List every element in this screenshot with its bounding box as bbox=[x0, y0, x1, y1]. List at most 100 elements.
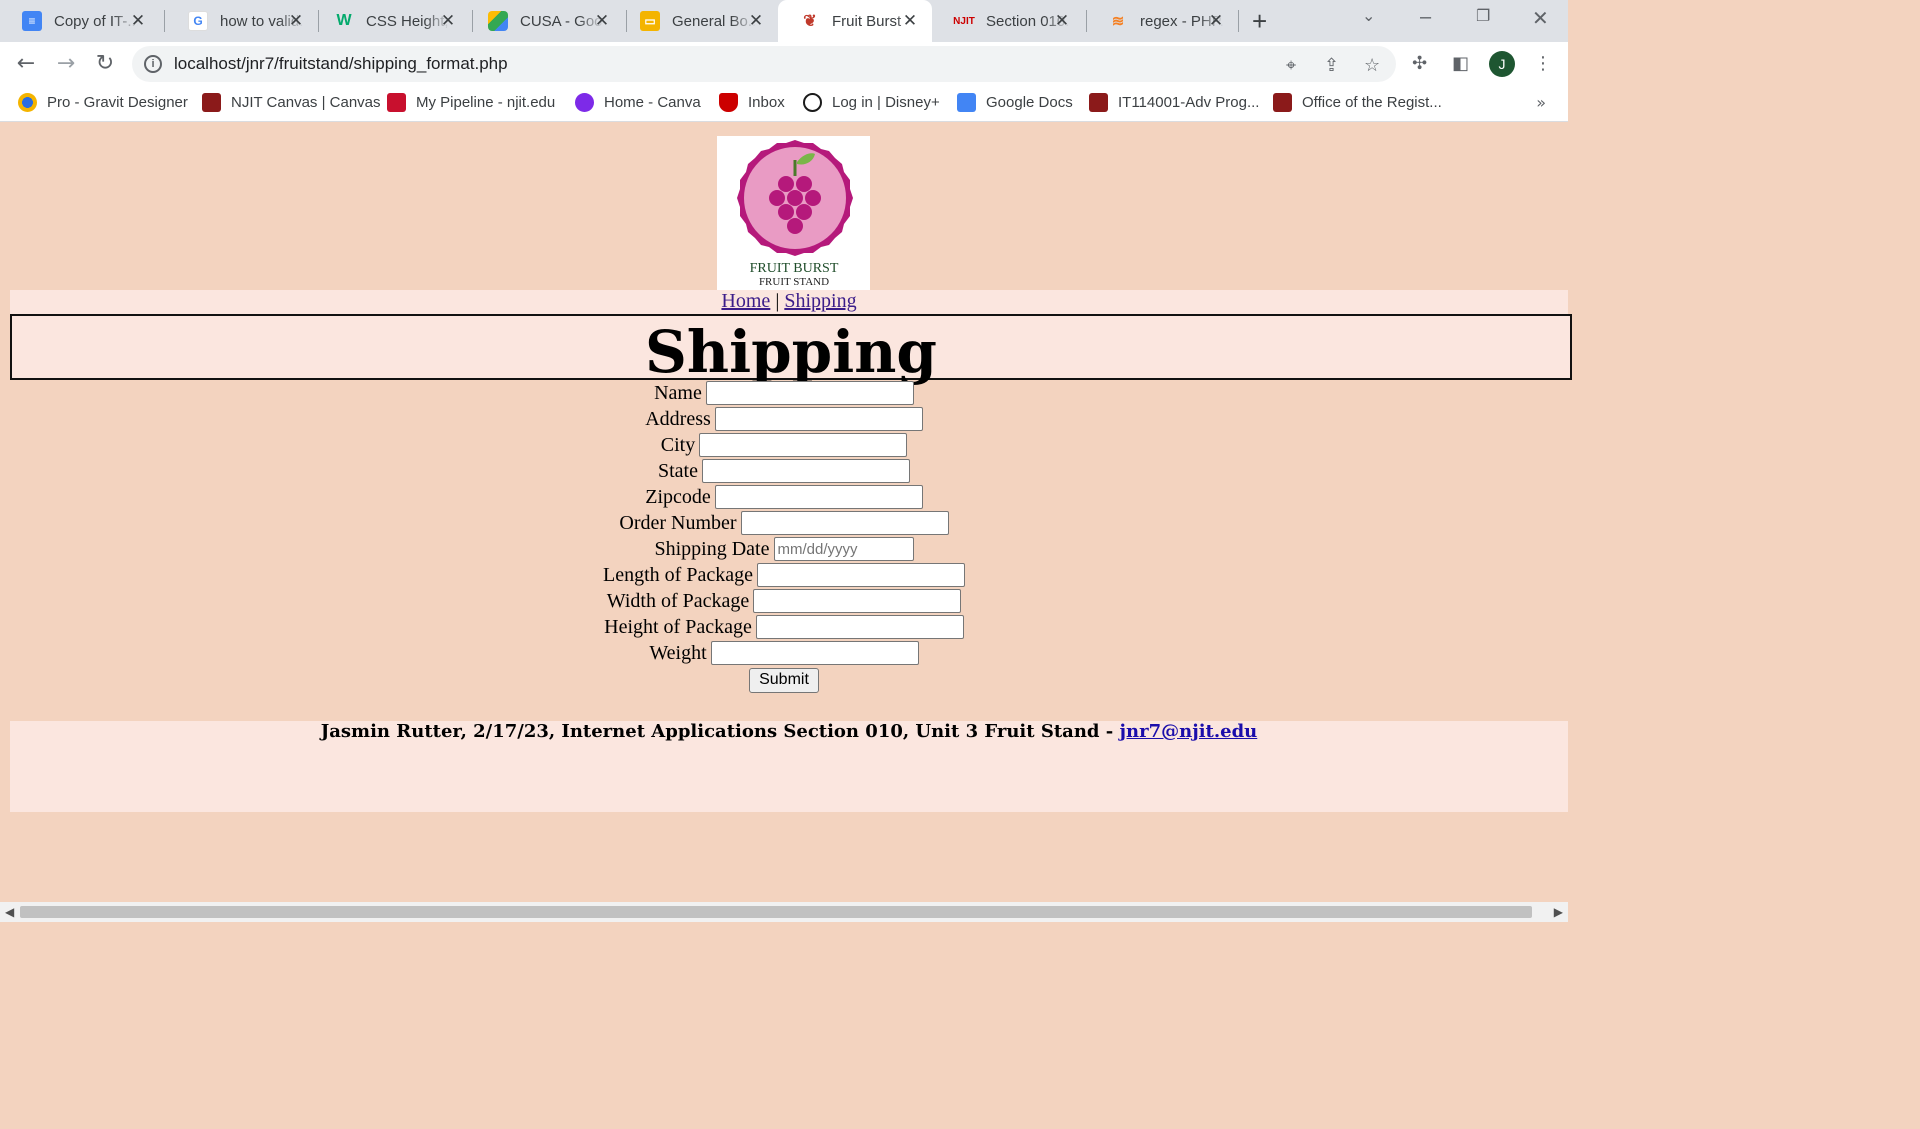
shipping-date-field[interactable] bbox=[773, 537, 914, 561]
reload-button[interactable]: ↻ bbox=[91, 50, 119, 78]
bookmark-njit-canvas[interactable]: NJIT Canvas | Canvas bbox=[202, 93, 381, 112]
page-title-box: Shipping bbox=[10, 314, 1572, 386]
close-icon[interactable]: ✕ bbox=[128, 11, 148, 31]
bookmark-registrar[interactable]: Office of the Regist... bbox=[1273, 93, 1442, 112]
location-icon[interactable]: ⌖ bbox=[1286, 55, 1296, 76]
zipcode-label: Zipcode bbox=[645, 485, 711, 508]
extensions-icon[interactable]: ✣ bbox=[1412, 53, 1427, 74]
weight-label: Weight bbox=[649, 641, 707, 664]
disney-icon bbox=[803, 93, 822, 112]
horizontal-scrollbar[interactable]: ◀ ▶ bbox=[0, 902, 1568, 922]
info-icon[interactable]: i bbox=[144, 55, 162, 73]
close-window-button[interactable]: ✕ bbox=[1532, 6, 1549, 31]
tab-google-search[interactable]: G how to valid... ✕ bbox=[166, 0, 318, 42]
tab-docs[interactable]: ≡ Copy of IT-... ✕ bbox=[0, 0, 160, 42]
address-field[interactable] bbox=[714, 407, 923, 431]
scrollbar-thumb[interactable] bbox=[20, 906, 1532, 918]
page-content: FRUIT BURST FRUIT STAND Home | Shipping … bbox=[0, 122, 1572, 902]
bookmark-disney[interactable]: Log in | Disney+ bbox=[803, 93, 940, 112]
order-number-label: Order Number bbox=[619, 511, 737, 534]
bookmark-inbox[interactable]: Inbox bbox=[719, 93, 785, 112]
form-row-name: Name bbox=[0, 380, 1568, 406]
bookmark-canva[interactable]: Home - Canva bbox=[575, 93, 701, 112]
close-icon[interactable]: ✕ bbox=[746, 11, 766, 31]
width-field[interactable] bbox=[753, 589, 962, 613]
order-number-field[interactable] bbox=[740, 511, 949, 535]
close-icon[interactable]: ✕ bbox=[286, 11, 306, 31]
logo-title: FRUIT BURST bbox=[750, 261, 839, 276]
tab-fruit-burst[interactable]: ❦ Fruit Burst ✕ bbox=[778, 0, 932, 42]
form-row-weight: Weight bbox=[0, 640, 1568, 666]
tab-section-010[interactable]: NJIT Section 010... ✕ bbox=[932, 0, 1084, 42]
side-panel-icon[interactable]: ◧ bbox=[1452, 53, 1469, 74]
new-tab-button[interactable]: + bbox=[1252, 6, 1267, 37]
google-icon: G bbox=[188, 11, 208, 31]
bookmark-label: Office of the Regist... bbox=[1302, 94, 1442, 111]
google-drive-icon bbox=[488, 11, 508, 31]
length-field[interactable] bbox=[756, 563, 965, 587]
nav-shipping-link[interactable]: Shipping bbox=[784, 290, 856, 312]
bookmark-label: Inbox bbox=[748, 94, 785, 111]
canva-icon bbox=[575, 93, 594, 112]
more-bookmarks-icon[interactable]: » bbox=[1536, 93, 1546, 112]
name-label: Name bbox=[654, 381, 702, 404]
menu-icon[interactable]: ⋮ bbox=[1534, 53, 1552, 74]
shipping-date-label: Shipping Date bbox=[654, 537, 770, 560]
city-label: City bbox=[660, 433, 696, 456]
form-row-height: Height of Package bbox=[0, 614, 1568, 640]
tab-separator bbox=[1238, 10, 1239, 32]
grape-logo-icon: FRUIT BURST FRUIT STAND bbox=[737, 140, 853, 288]
address-bar[interactable]: i localhost/jnr7/fruitstand/shipping_for… bbox=[132, 46, 1396, 82]
scroll-left-icon[interactable]: ◀ bbox=[5, 905, 14, 919]
url-text: localhost/jnr7/fruitstand/shipping_forma… bbox=[174, 54, 508, 73]
njit-icon: NJIT bbox=[953, 15, 975, 27]
form-row-width: Width of Package bbox=[0, 588, 1568, 614]
height-field[interactable] bbox=[755, 615, 964, 639]
tab-drive[interactable]: CUSA - Goo... ✕ bbox=[466, 0, 624, 42]
tab-title: Copy of IT-... bbox=[54, 12, 138, 30]
form-row-city: City bbox=[0, 432, 1568, 458]
nav-home-link[interactable]: Home bbox=[721, 290, 770, 312]
minimize-button[interactable]: – bbox=[1420, 6, 1431, 29]
close-icon[interactable]: ✕ bbox=[1206, 11, 1226, 31]
submit-button[interactable]: Submit bbox=[749, 667, 819, 693]
tab-stackoverflow[interactable]: ≋ regex - PHP... ✕ bbox=[1086, 0, 1238, 42]
form-row-shipping-date: Shipping Date bbox=[0, 536, 1568, 562]
tab-slides[interactable]: ▭ General Bo... ✕ bbox=[618, 0, 778, 42]
back-button[interactable]: ← bbox=[12, 50, 40, 78]
city-field[interactable] bbox=[699, 433, 908, 457]
bookmark-star-icon[interactable]: ☆ bbox=[1364, 55, 1380, 76]
close-icon[interactable]: ✕ bbox=[900, 11, 920, 31]
avatar[interactable]: J bbox=[1489, 51, 1515, 77]
footer-email-link[interactable]: jnr7@njit.edu bbox=[1120, 721, 1258, 742]
state-field[interactable] bbox=[702, 459, 910, 483]
name-field[interactable] bbox=[705, 381, 914, 405]
zipcode-field[interactable] bbox=[714, 485, 923, 509]
stackoverflow-icon: ≋ bbox=[1111, 13, 1125, 30]
restore-button[interactable]: ❐ bbox=[1476, 6, 1490, 26]
bookmark-label: My Pipeline - njit.edu bbox=[416, 94, 556, 111]
share-icon[interactable]: ⇪ bbox=[1324, 55, 1339, 76]
google-slides-icon: ▭ bbox=[640, 11, 660, 31]
tab-w3schools[interactable]: W CSS Height,... ✕ bbox=[312, 0, 470, 42]
bookmark-label: NJIT Canvas | Canvas bbox=[231, 94, 381, 111]
close-icon[interactable]: ✕ bbox=[592, 11, 612, 31]
forward-button[interactable]: → bbox=[52, 50, 80, 78]
tab-search-icon[interactable]: ⌄ bbox=[1362, 6, 1375, 26]
pipeline-icon bbox=[387, 93, 406, 112]
bookmark-pipeline[interactable]: My Pipeline - njit.edu bbox=[387, 93, 555, 112]
bookmark-gravit[interactable]: Pro - Gravit Designer bbox=[18, 93, 188, 112]
weight-field[interactable] bbox=[710, 641, 919, 665]
fruit-icon: ❦ bbox=[803, 13, 817, 30]
shipping-form: Name Address City State Zipcode Order Nu… bbox=[0, 380, 1568, 694]
bookmark-google-docs[interactable]: Google Docs bbox=[957, 93, 1073, 112]
scroll-right-icon[interactable]: ▶ bbox=[1554, 905, 1563, 919]
njit-icon bbox=[1273, 93, 1292, 112]
close-icon[interactable]: ✕ bbox=[438, 11, 458, 31]
close-icon[interactable]: ✕ bbox=[1052, 11, 1072, 31]
bookmark-it114[interactable]: IT114001-Adv Prog... bbox=[1089, 93, 1259, 112]
length-label: Length of Package bbox=[603, 563, 753, 586]
footer-credit: Jasmin Rutter, 2/17/23, Internet Applica… bbox=[320, 721, 1120, 742]
tab-strip: ≡ Copy of IT-... ✕ G how to valid... ✕ W… bbox=[0, 0, 1568, 42]
njit-icon bbox=[202, 93, 221, 112]
